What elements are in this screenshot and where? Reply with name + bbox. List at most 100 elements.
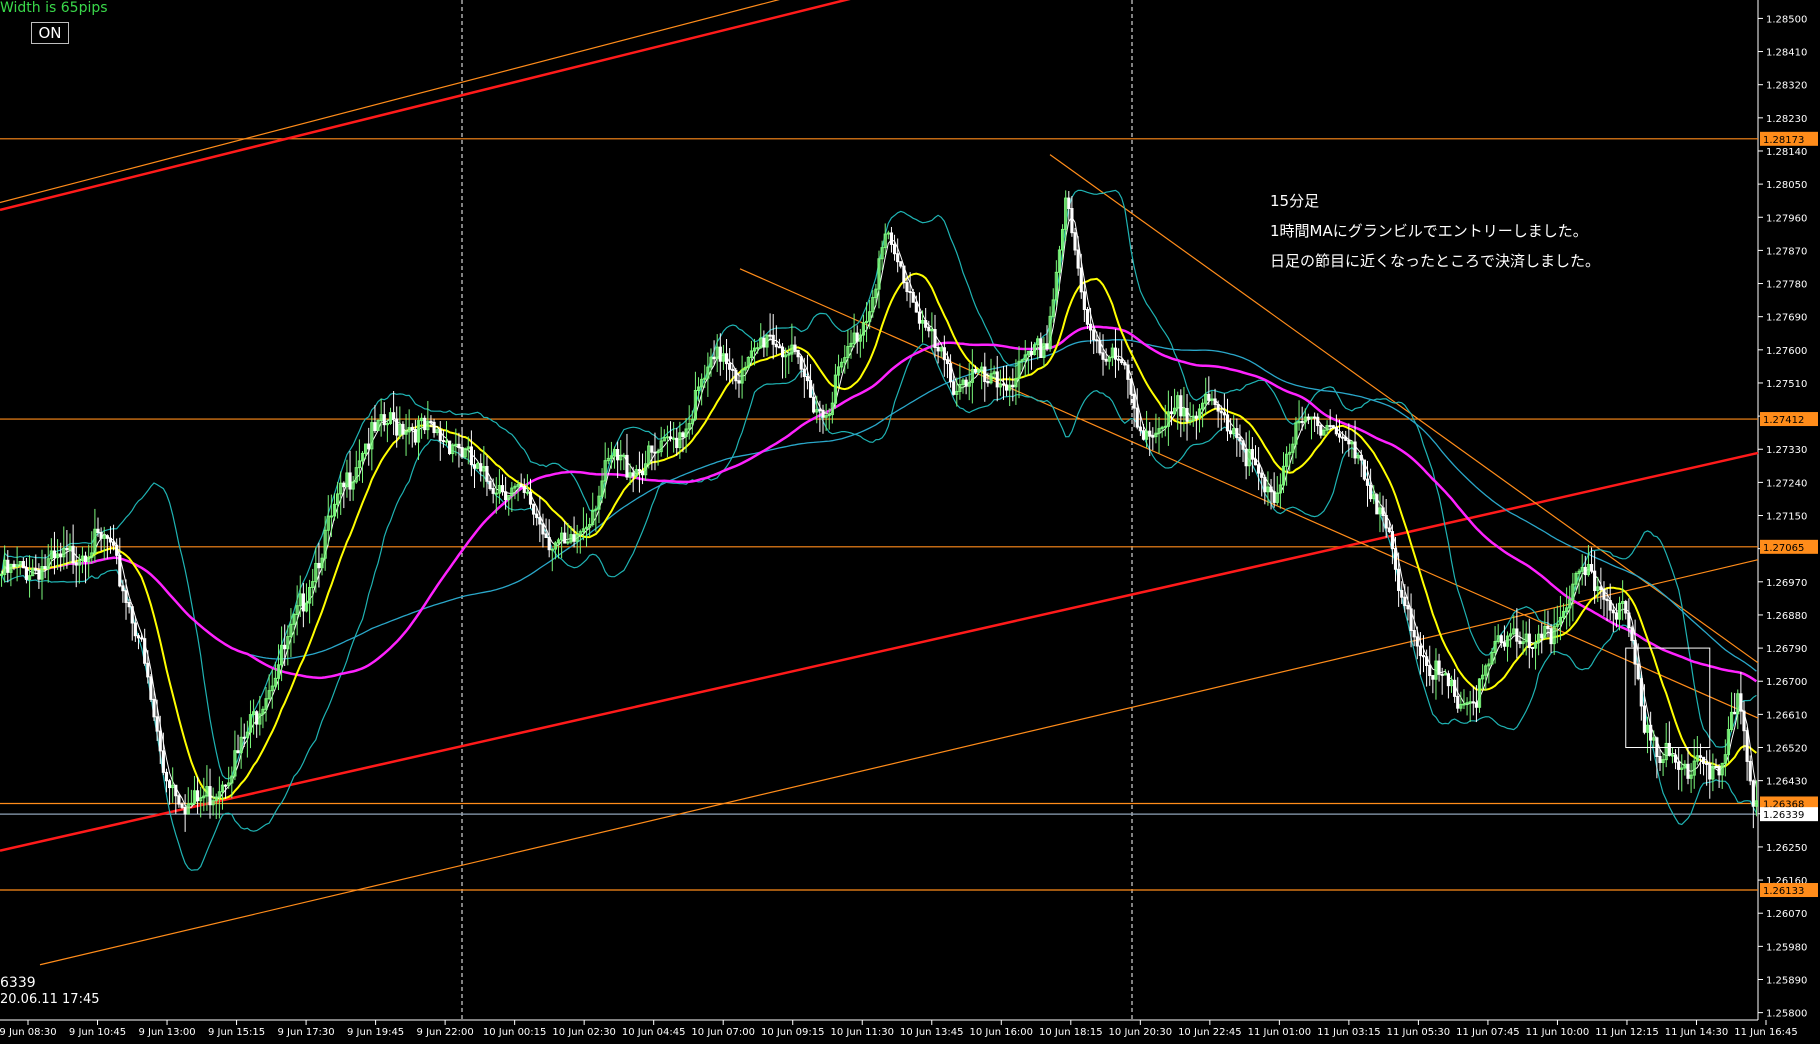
candle-body[interactable] (1306, 416, 1310, 419)
candle-body[interactable] (1624, 601, 1628, 614)
candle-body[interactable] (892, 243, 897, 255)
candle-body[interactable] (1194, 415, 1198, 419)
candle-body[interactable] (1639, 678, 1643, 707)
candle-body[interactable] (812, 396, 816, 413)
candle-body[interactable] (59, 553, 63, 558)
candle-body[interactable] (1272, 491, 1276, 503)
candle-body[interactable] (1705, 762, 1709, 765)
candle-body[interactable] (1344, 436, 1348, 441)
candle-body[interactable] (1468, 701, 1472, 704)
candle-body[interactable] (121, 585, 125, 592)
candle-body[interactable] (1092, 329, 1096, 341)
candle-body[interactable] (952, 381, 956, 395)
candle-body[interactable] (133, 622, 137, 637)
candle-body[interactable] (242, 736, 246, 739)
candle-body[interactable] (83, 555, 88, 563)
candle-body[interactable] (1328, 425, 1332, 428)
candle-body[interactable] (1658, 756, 1662, 764)
candle-body[interactable] (1406, 605, 1410, 610)
candle-body[interactable] (808, 380, 813, 398)
candle-body[interactable] (401, 423, 405, 435)
candle-body[interactable] (525, 491, 529, 494)
candle-body[interactable] (1390, 531, 1394, 550)
candle-body[interactable] (1649, 724, 1653, 741)
candle-body[interactable] (1365, 478, 1370, 486)
candle-body[interactable] (1316, 416, 1320, 427)
candle-body[interactable] (665, 436, 670, 439)
candle-body[interactable] (1129, 378, 1133, 395)
candle-body[interactable] (1073, 232, 1077, 251)
candle-body[interactable] (821, 409, 825, 418)
candle-body[interactable] (675, 437, 679, 449)
candle-body[interactable] (519, 484, 523, 488)
candle-body[interactable] (1673, 754, 1678, 763)
candle-body[interactable] (896, 253, 900, 263)
candle-body[interactable] (65, 548, 69, 551)
candle-body[interactable] (392, 412, 396, 420)
candle-body[interactable] (111, 541, 116, 546)
candle-body[interactable] (410, 427, 414, 431)
candle-body[interactable] (672, 437, 676, 440)
candle-body[interactable] (522, 486, 526, 493)
candle-body[interactable] (1717, 766, 1721, 776)
candle-body[interactable] (136, 635, 141, 639)
candle-body[interactable] (146, 662, 150, 678)
candle-body[interactable] (1412, 630, 1416, 638)
candle-body[interactable] (488, 480, 492, 489)
candle-body[interactable] (1079, 267, 1083, 293)
candle-body[interactable] (1698, 755, 1703, 758)
candle-body[interactable] (52, 550, 57, 559)
candle-body[interactable] (656, 451, 660, 454)
candle-body[interactable] (802, 368, 806, 378)
candle-body[interactable] (1250, 449, 1254, 460)
candle-body[interactable] (1751, 780, 1755, 807)
candle-body[interactable] (799, 356, 803, 370)
candle-body[interactable] (348, 472, 352, 490)
candle-body[interactable] (155, 716, 159, 732)
candle-body[interactable] (964, 379, 968, 387)
price-chart[interactable]: 1.28500 1.28410 1.28320 1.28230 1.28140 1.280… (0, 0, 1820, 1040)
candle-body[interactable] (793, 344, 797, 351)
candle-body[interactable] (195, 790, 200, 802)
candle-body[interactable] (917, 311, 922, 324)
candle-body[interactable] (1733, 711, 1737, 715)
candle-body[interactable] (1546, 625, 1550, 630)
candle-body[interactable] (161, 750, 165, 773)
candle-body[interactable] (1132, 393, 1136, 409)
candle-body[interactable] (1502, 642, 1507, 647)
candle-body[interactable] (936, 347, 940, 352)
candle-body[interactable] (1269, 486, 1273, 493)
candle-body[interactable] (1387, 527, 1391, 533)
candle-body[interactable] (494, 492, 498, 495)
candle-body[interactable] (255, 711, 259, 725)
candle-body[interactable] (1076, 249, 1080, 269)
candle-body[interactable] (152, 698, 156, 718)
candle-body[interactable] (1148, 430, 1152, 437)
candle-body[interactable] (1437, 660, 1441, 675)
candle-body[interactable] (945, 359, 950, 365)
candle-body[interactable] (236, 750, 240, 754)
candle-body[interactable] (1701, 756, 1706, 764)
candle-body[interactable] (1421, 655, 1426, 658)
candle-body[interactable] (1116, 358, 1121, 361)
candle-body[interactable] (1453, 679, 1457, 697)
candle-body[interactable] (1141, 430, 1146, 440)
candle-body[interactable] (1207, 393, 1211, 401)
candle-body[interactable] (777, 346, 782, 349)
candle-body[interactable] (441, 440, 445, 443)
candle-body[interactable] (1428, 664, 1432, 677)
candle-body[interactable] (1029, 350, 1034, 356)
candle-body[interactable] (71, 545, 75, 564)
candle-body[interactable] (1425, 656, 1429, 666)
candle-body[interactable] (1393, 548, 1398, 570)
candle-body[interactable] (1527, 633, 1531, 648)
candle-body[interactable] (625, 454, 629, 478)
candle-body[interactable] (1627, 612, 1631, 629)
candle-body[interactable] (532, 503, 536, 515)
candle-body[interactable] (139, 637, 144, 640)
candle-body[interactable] (637, 469, 642, 472)
candle-body[interactable] (1004, 384, 1009, 391)
candle-body[interactable] (479, 463, 483, 472)
candle-body[interactable] (1347, 439, 1351, 445)
candle-body[interactable] (948, 363, 953, 383)
